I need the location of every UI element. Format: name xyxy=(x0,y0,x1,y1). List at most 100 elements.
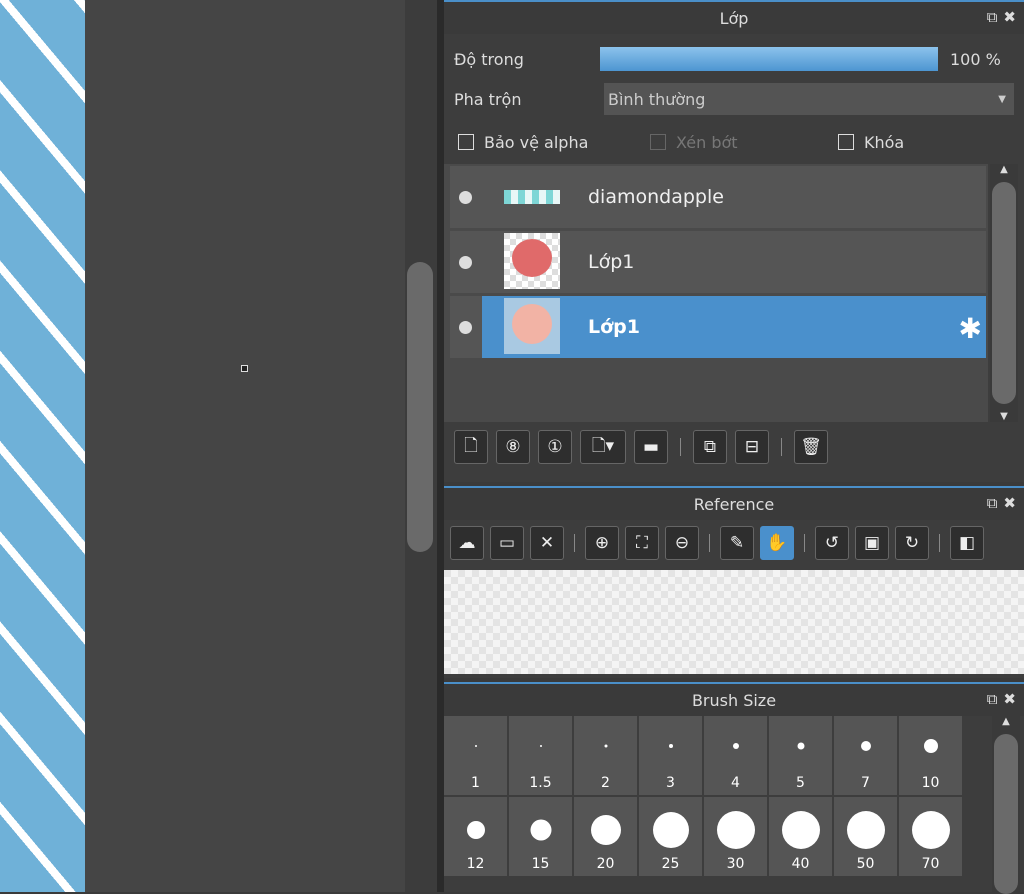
flip-icon: ◧ xyxy=(958,533,976,553)
toolbar-separator xyxy=(781,438,782,456)
popout-icon[interactable]: ⧉ xyxy=(987,690,998,708)
brush-size-preset[interactable]: 4 xyxy=(704,716,767,795)
popout-icon[interactable]: ⧉ xyxy=(987,8,998,26)
canvas-scroll-thumb[interactable] xyxy=(407,262,433,552)
toolbar-separator xyxy=(709,534,710,552)
brush-size-label: 15 xyxy=(531,856,550,872)
brush-size-label: 4 xyxy=(731,775,740,791)
brush-size-preset[interactable]: 10 xyxy=(899,716,962,795)
reference-image-area[interactable] xyxy=(444,570,1024,674)
layer-name: Lớp1 xyxy=(588,316,640,338)
delete-layer-button[interactable]: 🗑 xyxy=(794,430,828,464)
brush-dot-icon xyxy=(530,819,551,841)
brush-size-preset[interactable]: 2 xyxy=(574,716,637,795)
new-layer-button[interactable]: 🗋 xyxy=(454,430,488,464)
new-8bit-layer-button[interactable]: ⑧ xyxy=(496,430,530,464)
brush-size-preset[interactable]: 50 xyxy=(834,797,897,876)
layer-1bit-icon: ① xyxy=(547,437,563,457)
opacity-slider[interactable] xyxy=(600,47,938,71)
brush-dot-icon xyxy=(797,742,804,750)
zoom-out-button[interactable]: ⊖ xyxy=(665,526,699,560)
layer-thumbnail xyxy=(504,190,560,204)
brush-size-label: 50 xyxy=(856,856,875,872)
lock-checkbox[interactable]: Khóa xyxy=(838,133,904,152)
brush-size-preset[interactable]: 1.5 xyxy=(509,716,572,795)
add-layer-dropdown-button[interactable]: 🗋▾ xyxy=(580,430,626,464)
new-1bit-layer-button[interactable]: ① xyxy=(538,430,572,464)
character-face-thumbnail xyxy=(512,239,552,277)
brush-size-label: 25 xyxy=(661,856,680,872)
visibility-icon xyxy=(458,255,472,269)
brush-size-preset[interactable]: 12 xyxy=(444,797,507,876)
open-reference-button[interactable]: ▭ xyxy=(490,526,524,560)
brush-size-preset[interactable]: 25 xyxy=(639,797,702,876)
layer-row-selected[interactable]: Lớp1 ✱ xyxy=(450,296,986,358)
layer-visibility-toggle[interactable] xyxy=(450,296,480,358)
close-icon[interactable]: ✖ xyxy=(1003,690,1016,708)
brush-size-label: 3 xyxy=(666,775,675,791)
new-folder-button[interactable]: ▬ xyxy=(634,430,668,464)
hand-tool-button[interactable]: ✋ xyxy=(760,526,794,560)
protect-alpha-checkbox[interactable]: Bảo vệ alpha xyxy=(458,133,650,152)
brush-size-preset[interactable]: 20 xyxy=(574,797,637,876)
actual-size-button[interactable]: ▣ xyxy=(855,526,889,560)
brush-size-label: 5 xyxy=(796,775,805,791)
layer-row[interactable]: Lớp1 xyxy=(450,231,986,293)
scroll-up-icon[interactable]: ▲ xyxy=(990,164,1018,175)
zoom-out-icon: ⊖ xyxy=(674,533,690,553)
layer-visibility-toggle[interactable] xyxy=(450,166,480,228)
clipping-checkbox[interactable]: Xén bớt xyxy=(650,133,838,152)
brush-size-preset[interactable]: 40 xyxy=(769,797,832,876)
brush-size-panel-title: Brush Size xyxy=(691,690,777,710)
close-reference-button[interactable]: ✕ xyxy=(530,526,564,560)
reference-toolbar: ☁ ▭ ✕ ⊕ ⛶ ⊖ ✎ ✋ ↺ ▣ ↻ ◧ xyxy=(450,526,984,560)
brush-size-preset[interactable]: 15 xyxy=(509,797,572,876)
brush-dot-icon xyxy=(652,812,689,848)
brush-size-scrollbar[interactable]: ▲ xyxy=(992,716,1020,894)
flip-button[interactable]: ◧ xyxy=(950,526,984,560)
panel-divider[interactable] xyxy=(437,0,444,892)
layer-visibility-toggle[interactable] xyxy=(450,231,480,293)
blend-mode-label: Pha trộn xyxy=(454,89,522,109)
blend-mode-select[interactable]: Bình thường ▼ xyxy=(604,83,1014,115)
brush-size-preset[interactable]: 7 xyxy=(834,716,897,795)
canvas-area[interactable] xyxy=(85,0,405,892)
layer-8bit-icon: ⑧ xyxy=(505,437,521,457)
brush-dot-icon xyxy=(604,744,607,748)
canvas-vertical-scrollbar[interactable] xyxy=(405,0,437,892)
brush-dot-icon xyxy=(781,811,820,849)
layers-panel-title: Lớp xyxy=(719,8,749,28)
brush-size-preset[interactable]: 5 xyxy=(769,716,832,795)
zoom-in-button[interactable]: ⊕ xyxy=(585,526,619,560)
close-icon[interactable]: ✖ xyxy=(1003,8,1016,26)
protect-alpha-label: Bảo vệ alpha xyxy=(484,132,589,152)
brush-size-preset[interactable]: 70 xyxy=(899,797,962,876)
close-icon[interactable]: ✖ xyxy=(1003,494,1016,512)
brush-size-label: 1 xyxy=(471,775,480,791)
brush-size-label: 20 xyxy=(596,856,615,872)
brush-size-preset[interactable]: 1 xyxy=(444,716,507,795)
actual-size-icon: ▣ xyxy=(863,533,881,553)
close-icon: ✕ xyxy=(539,533,555,553)
add-layer-icon: 🗋▾ xyxy=(591,435,615,456)
fit-view-button[interactable]: ⛶ xyxy=(625,526,659,560)
brush-size-preset[interactable]: 3 xyxy=(639,716,702,795)
scroll-down-icon[interactable]: ▼ xyxy=(990,411,1018,422)
eyedropper-button[interactable]: ✎ xyxy=(720,526,754,560)
brush-dot-icon xyxy=(846,811,885,849)
popout-icon[interactable]: ⧉ xyxy=(987,494,998,512)
gear-icon[interactable]: ✱ xyxy=(959,312,982,345)
scroll-up-icon[interactable]: ▲ xyxy=(992,716,1020,727)
brush-size-preset[interactable]: 30 xyxy=(704,797,767,876)
layer-row[interactable]: diamondapple xyxy=(450,166,986,228)
visibility-icon xyxy=(458,320,472,334)
rotate-right-button[interactable]: ↻ xyxy=(895,526,929,560)
upload-reference-button[interactable]: ☁ xyxy=(450,526,484,560)
brush-size-scroll-thumb[interactable] xyxy=(994,734,1018,894)
merge-layer-button[interactable]: ⊟ xyxy=(735,430,769,464)
layer-list-scroll-thumb[interactable] xyxy=(992,182,1016,404)
brush-dot-icon xyxy=(911,811,950,849)
rotate-left-button[interactable]: ↺ xyxy=(815,526,849,560)
layer-list-scrollbar[interactable]: ▲ ▼ xyxy=(990,164,1018,422)
duplicate-layer-button[interactable]: ⧉ xyxy=(693,430,727,464)
